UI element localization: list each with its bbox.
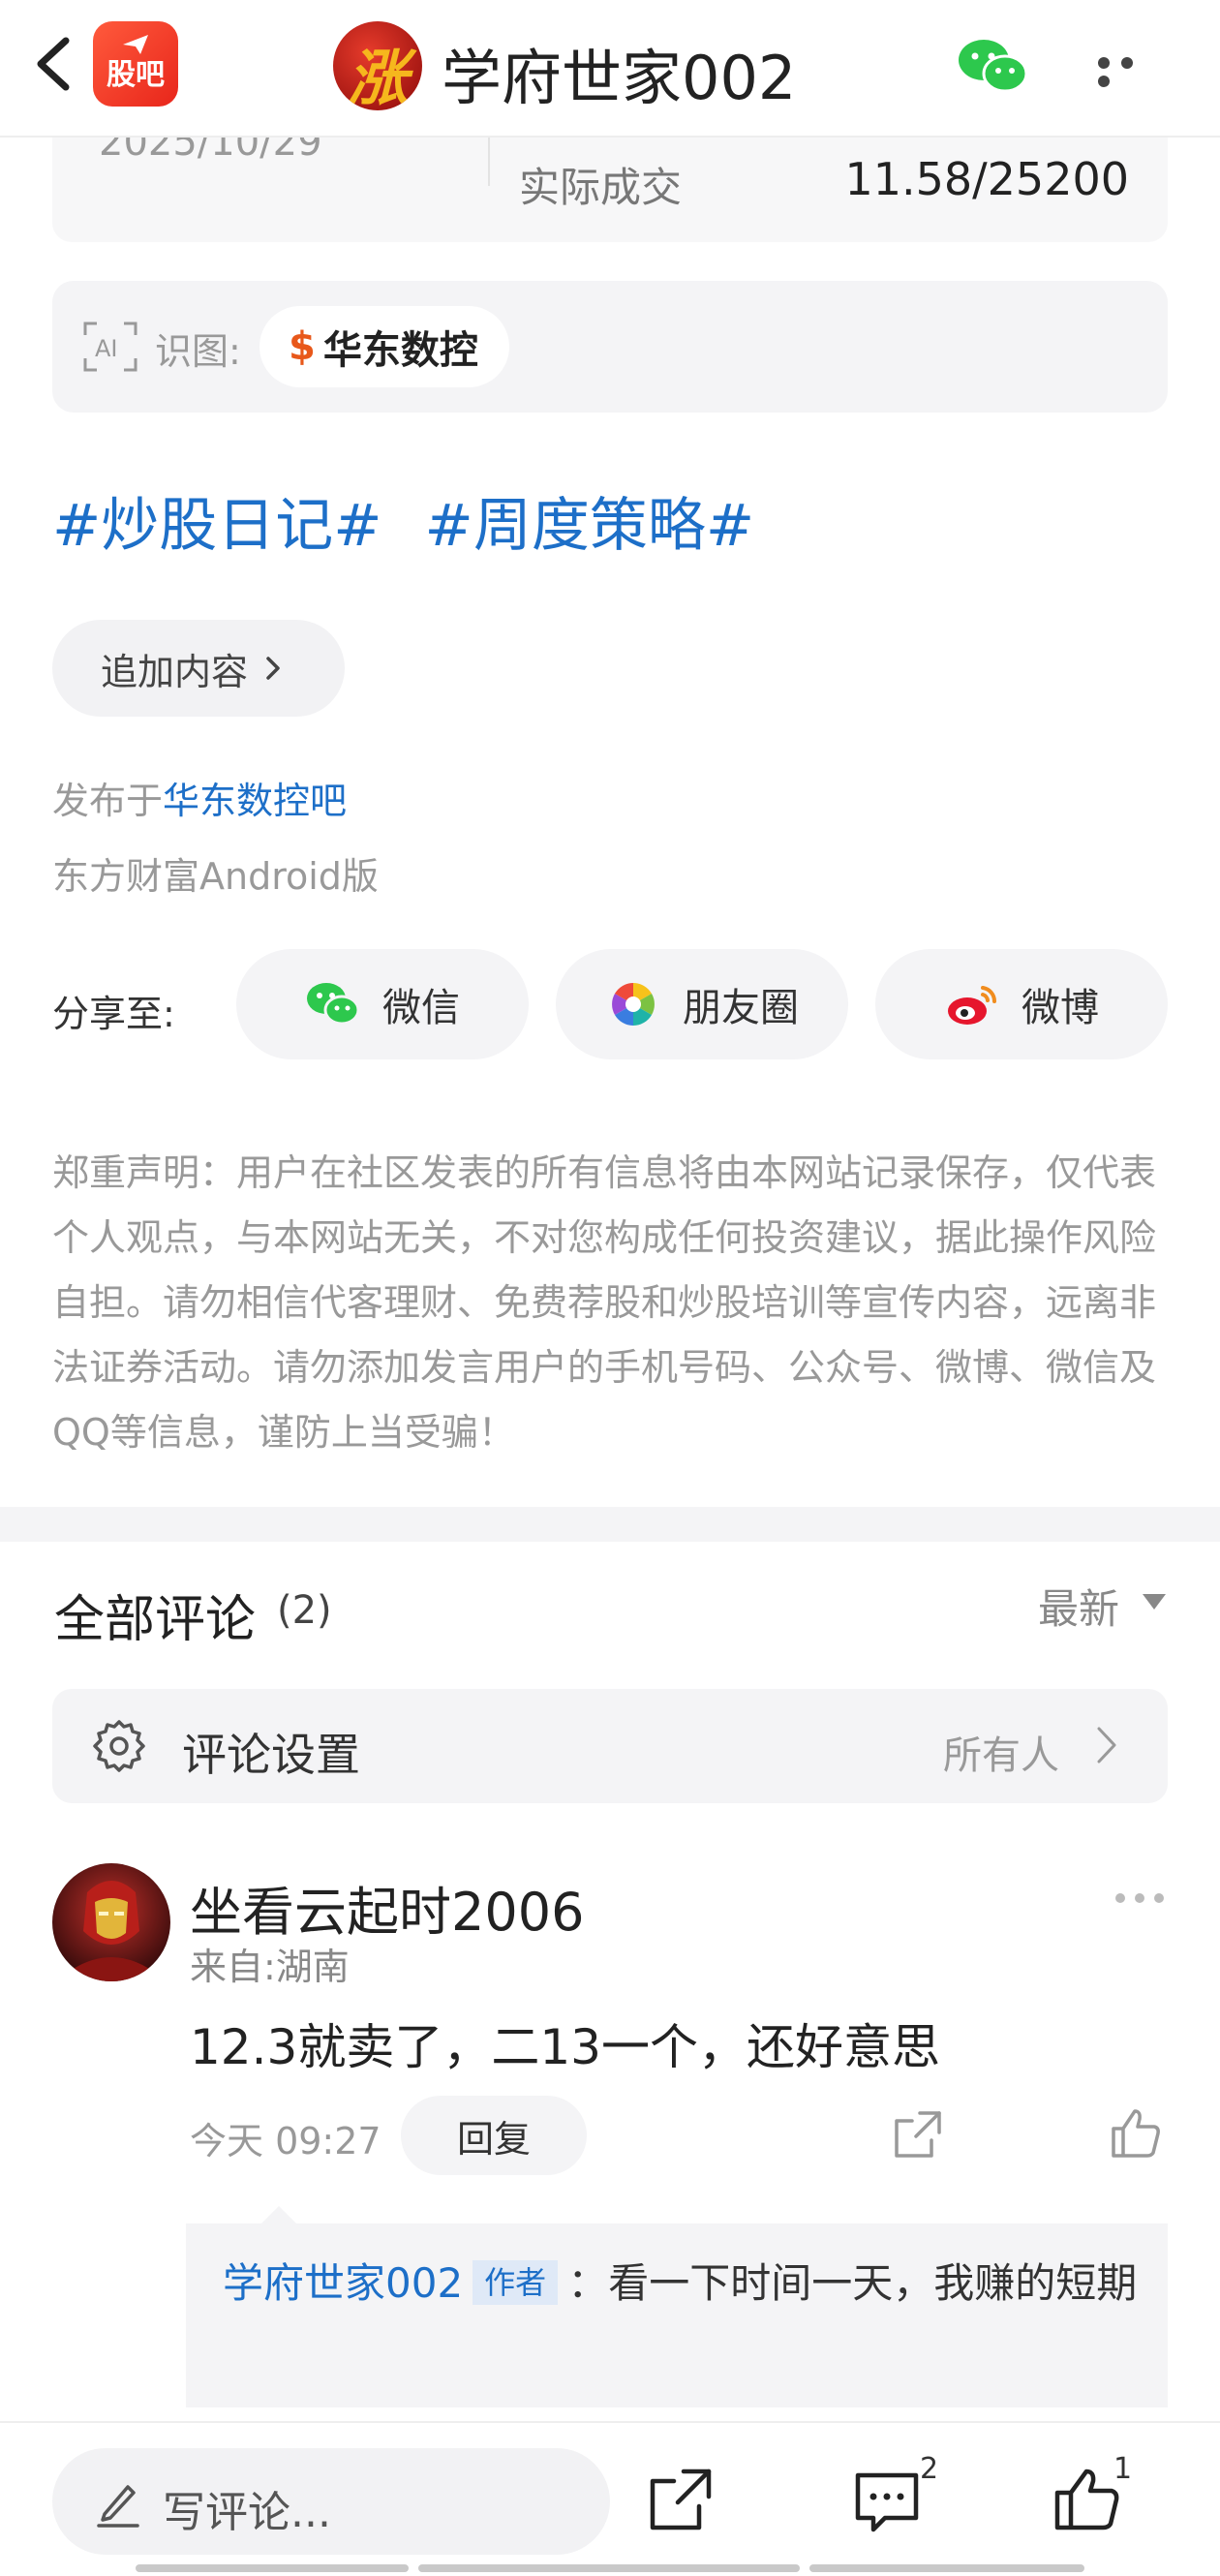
trade-card: 2025/10/29 实际成交 11.58/25200: [52, 138, 1168, 242]
ai-scan-icon: AI: [83, 322, 137, 372]
gear-icon: [93, 1720, 145, 1772]
wechat-icon[interactable]: [957, 37, 1030, 97]
disclaimer-text: 郑重声明：用户在社区发表的所有信息将由本网站记录保存，仅代表个人观点，与本网站无…: [52, 1151, 1157, 1454]
trade-date: 2025/10/29: [99, 138, 322, 165]
share-weibo-label: 微博: [1022, 986, 1099, 1030]
wechat-icon: [307, 983, 360, 1026]
chevron-right-icon: [1097, 1727, 1116, 1763]
share-weibo-button[interactable]: 微博: [875, 949, 1168, 1059]
thumbs-up-icon[interactable]: [1052, 2464, 1121, 2533]
commenter-location: 来自:湖南: [190, 1946, 350, 1988]
topic-tags: #炒股日记# #周度策略#: [52, 478, 797, 563]
more-options-icon[interactable]: [1098, 54, 1164, 87]
commenter-avatar[interactable]: [52, 1863, 170, 1981]
guba-logo-text: 股吧: [107, 58, 165, 92]
write-comment-placeholder: 写评论...: [163, 2488, 331, 2537]
like-count: 1: [1113, 2452, 1133, 2486]
add-content-label: 追加内容: [101, 650, 249, 693]
comment-settings-value: 所有人: [943, 1733, 1059, 1778]
ai-label: 识图:: [155, 330, 241, 373]
reply-text: ：看一下时间一天，我赚的短期: [567, 2259, 1138, 2307]
share-icon[interactable]: [647, 2466, 715, 2533]
weibo-icon: [948, 986, 997, 1025]
comments-count: (2): [277, 1588, 332, 1633]
reply-notch: [261, 2206, 296, 2223]
write-comment-input[interactable]: 写评论...: [52, 2448, 610, 2555]
posted-in: 发布于华东数控吧: [52, 771, 347, 824]
ai-recognition-row: AI 识图: $ 华东数控: [52, 281, 1168, 413]
author-badge: 作者: [473, 2260, 559, 2305]
client-info: 东方财富Android版: [52, 855, 379, 898]
trade-value: 11.58/25200: [844, 153, 1129, 205]
forum-link[interactable]: 华东数控吧: [163, 780, 347, 822]
reply-content: 学府世家002 作者 ：看一下时间一天，我赚的短期: [223, 2249, 1143, 2318]
comment-icon[interactable]: [852, 2469, 922, 2535]
gesture-bar: [418, 2564, 800, 2572]
comment-settings-label: 评论设置: [182, 1729, 360, 1781]
share-wechat-label: 微信: [382, 986, 460, 1030]
topic-tag[interactable]: #炒股日记#: [52, 492, 382, 560]
share-icon[interactable]: [891, 2107, 945, 2162]
guba-logo[interactable]: 股吧: [93, 21, 178, 107]
share-wechat-button[interactable]: 微信: [236, 949, 529, 1059]
comments-title: 全部评论: [54, 1591, 257, 1649]
topic-tag[interactable]: #周度策略#: [425, 492, 755, 560]
trade-divider: [488, 138, 490, 186]
dollar-icon: $: [289, 324, 316, 369]
comments-sort[interactable]: 最新: [1038, 1577, 1119, 1636]
commenter-name[interactable]: 坐看云起时2006: [190, 1869, 584, 1946]
pencil-icon: [97, 2485, 139, 2528]
author-avatar[interactable]: 涨: [333, 21, 422, 110]
posted-prefix: 发布于: [52, 780, 164, 822]
reply-author[interactable]: 学府世家002: [223, 2259, 463, 2307]
moments-icon: [612, 983, 655, 1026]
comment-time: 今天 09:27: [190, 2120, 381, 2162]
gesture-bar: [809, 2564, 1084, 2572]
avatar-char: 涨: [347, 43, 408, 110]
bottom-action-bar: 写评论... 2 1: [0, 2421, 1220, 2576]
reply-button[interactable]: 回复: [401, 2096, 587, 2175]
comment-text: 12.3就卖了，二13一个，还好意思: [190, 2019, 940, 2075]
iron-man-avatar-image: [72, 1881, 151, 1981]
comment-more-icon[interactable]: [1115, 1888, 1174, 1903]
top-header: 股吧 涨 学府世家002: [0, 0, 1220, 138]
chevron-right-icon: [266, 657, 280, 680]
stock-name: 华东数控: [322, 328, 478, 373]
comment-settings-row[interactable]: 评论设置 所有人: [52, 1689, 1168, 1803]
svg-text:AI: AI: [95, 335, 118, 362]
share-label: 分享至:: [52, 993, 175, 1035]
share-moments-button[interactable]: 朋友圈: [556, 949, 848, 1059]
trade-label: 实际成交: [519, 164, 683, 211]
caret-down-icon[interactable]: [1143, 1594, 1166, 1610]
thumbs-up-icon[interactable]: [1108, 2105, 1162, 2160]
add-content-button[interactable]: 追加内容: [52, 620, 345, 717]
stock-chip[interactable]: $ 华东数控: [259, 306, 509, 387]
gesture-bar: [136, 2564, 409, 2572]
share-moments-label: 朋友圈: [683, 986, 799, 1030]
section-divider: [0, 1507, 1220, 1542]
back-icon[interactable]: [29, 35, 77, 93]
author-name[interactable]: 学府世家002: [442, 29, 796, 116]
comment-count: 2: [920, 2452, 939, 2486]
